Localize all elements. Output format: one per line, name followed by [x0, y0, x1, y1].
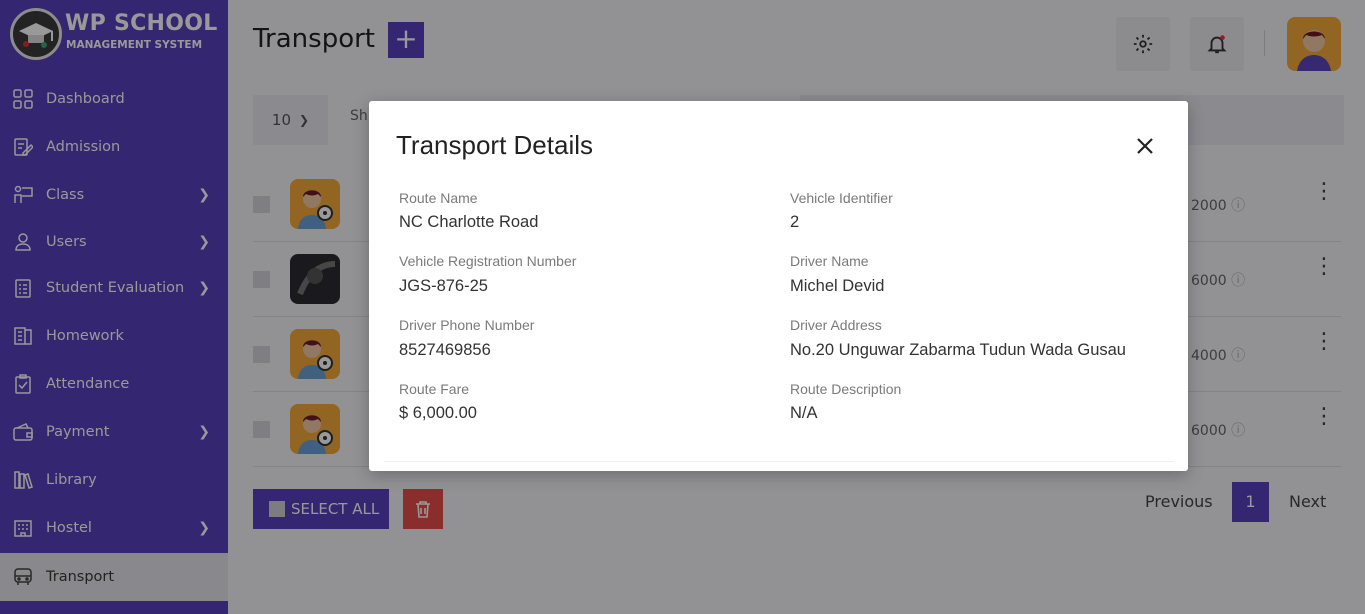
modal-footer-divider: [384, 461, 1173, 471]
route-name-value: NC Charlotte Road: [399, 213, 539, 231]
driver-phone-label: Driver Phone Number: [399, 317, 535, 333]
driver-name-value: Michel Devid: [790, 277, 885, 295]
route-fare-value: $ 6,000.00: [399, 404, 477, 422]
vehicle-registration-value: JGS-876-25: [399, 277, 488, 295]
transport-details-modal: Transport Details Route Name NC Charlott…: [369, 101, 1188, 471]
route-description-value: N/A: [790, 404, 818, 422]
modal-title: Transport Details: [396, 130, 593, 160]
close-icon: [1137, 138, 1153, 154]
close-button[interactable]: [1134, 135, 1156, 157]
route-description-label: Route Description: [790, 381, 902, 397]
vehicle-identifier-value: 2: [790, 213, 800, 231]
vehicle-identifier-label: Vehicle Identifier: [790, 190, 893, 206]
driver-address-label: Driver Address: [790, 317, 882, 333]
route-name-label: Route Name: [399, 190, 478, 206]
driver-name-label: Driver Name: [790, 253, 869, 269]
route-fare-label: Route Fare: [399, 381, 470, 397]
driver-address-value: No.20 Unguwar Zabarma Tudun Wada Gusau: [790, 341, 1126, 359]
driver-phone-value: 8527469856: [399, 341, 491, 359]
vehicle-registration-label: Vehicle Registration Number: [399, 253, 577, 269]
